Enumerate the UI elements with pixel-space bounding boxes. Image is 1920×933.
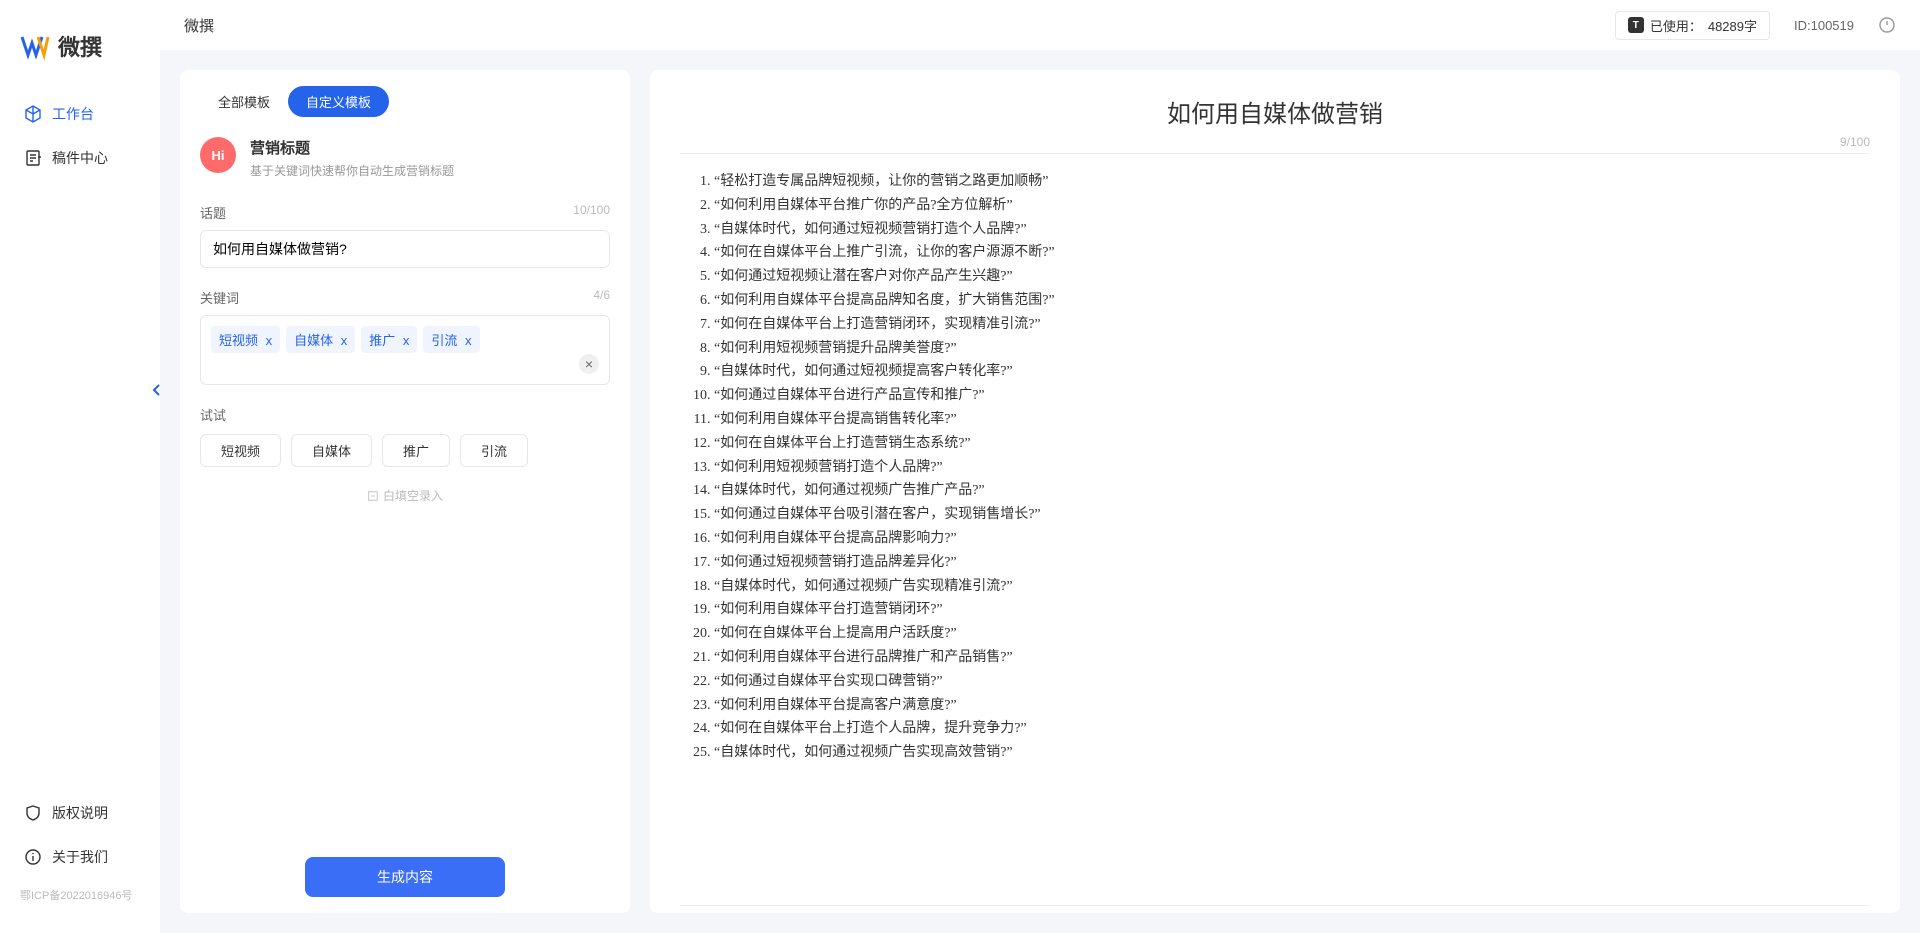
template-desc: 基于关键词快速帮你自动生成营销标题 bbox=[250, 162, 454, 179]
topic-counter: 10/100 bbox=[573, 203, 610, 222]
remove-tag-icon[interactable]: x bbox=[341, 333, 348, 348]
keyword-tag[interactable]: 自媒体 x bbox=[286, 326, 355, 353]
info-icon bbox=[24, 848, 42, 866]
license-text: 鄂ICP备2022016946号 bbox=[0, 879, 160, 903]
topbar-title: 微撰 bbox=[184, 15, 214, 36]
try-chip[interactable]: 推广 bbox=[382, 434, 450, 467]
output-item: “如何利用自媒体平台推广你的产品?全方位解析” bbox=[714, 194, 1870, 218]
output-item: “如何通过自媒体平台吸引潜在客户，实现销售增长?” bbox=[714, 503, 1870, 527]
output-item: “自媒体时代，如何通过视频广告推广产品?” bbox=[714, 479, 1870, 503]
output-item: “轻松打造专属品牌短视频，让你的营销之路更加顺畅” bbox=[714, 170, 1870, 194]
sidebar: 微撰 工作台 稿件中心 版权说明 bbox=[0, 0, 160, 933]
output-item: “如何通过短视频让潜在客户对你产品产生兴趣?” bbox=[714, 265, 1870, 289]
output-item: “如何通过短视频营销打造品牌差异化?” bbox=[714, 551, 1870, 575]
nav-item-about[interactable]: 关于我们 bbox=[0, 835, 160, 879]
output-item: “如何在自媒体平台上打造营销闭环，实现精准引流?” bbox=[714, 313, 1870, 337]
shield-icon bbox=[24, 804, 42, 822]
keyword-tag[interactable]: 推广 x bbox=[361, 326, 417, 353]
nav-item-workspace[interactable]: 工作台 bbox=[0, 92, 160, 136]
output-item: “如何利用短视频营销提升品牌美誉度?” bbox=[714, 337, 1870, 361]
output-item: “自媒体时代，如何通过视频广告实现高效营销?” bbox=[714, 741, 1870, 765]
output-item: “如何通过自媒体平台进行产品宣传和推广?” bbox=[714, 384, 1870, 408]
nav: 工作台 稿件中心 bbox=[0, 92, 160, 791]
logo[interactable]: 微撰 bbox=[0, 20, 160, 92]
tab-custom-template[interactable]: 自定义模板 bbox=[288, 86, 389, 117]
keyword-tag[interactable]: 引流 x bbox=[423, 326, 479, 353]
keyword-tag[interactable]: 短视频 x bbox=[211, 326, 280, 353]
topic-input[interactable] bbox=[200, 230, 610, 268]
keywords-box[interactable]: 短视频 x自媒体 x推广 x引流 x × bbox=[200, 315, 610, 385]
output-title-counter: 9/100 bbox=[680, 135, 1870, 149]
nav-label: 工作台 bbox=[52, 104, 94, 124]
output-item: “如何通过自媒体平台实现口碑营销?” bbox=[714, 670, 1870, 694]
keywords-label: 关键词 bbox=[200, 288, 239, 307]
output-item: “如何利用短视频营销打造个人品牌?” bbox=[714, 456, 1870, 480]
generate-button[interactable]: 生成内容 bbox=[305, 857, 505, 897]
output-item: “如何在自媒体平台上提高用户活跃度?” bbox=[714, 622, 1870, 646]
output-item: “自媒体时代，如何通过视频广告实现精准引流?” bbox=[714, 575, 1870, 599]
template-tabs: 全部模板 自定义模板 bbox=[200, 86, 610, 117]
topic-label: 话题 bbox=[200, 203, 226, 222]
output-item: “如何利用自媒体平台提高销售转化率?” bbox=[714, 408, 1870, 432]
output-list: “轻松打造专属品牌短视频，让你的营销之路更加顺畅”“如何利用自媒体平台推广你的产… bbox=[680, 170, 1870, 765]
keywords-counter: 4/6 bbox=[593, 288, 610, 307]
usage-value: 48289字 bbox=[1708, 16, 1757, 35]
doc-icon bbox=[24, 149, 42, 167]
nav-label: 关于我们 bbox=[52, 847, 108, 867]
output-item: “如何利用自媒体平台提高品牌知名度，扩大销售范围?” bbox=[714, 289, 1870, 313]
output-item: “如何利用自媒体平台进行品牌推广和产品销售?” bbox=[714, 646, 1870, 670]
input-panel: 全部模板 自定义模板 Hi 营销标题 基于关键词快速帮你自动生成营销标题 话题 … bbox=[180, 70, 630, 913]
output-item: “自媒体时代，如何通过短视频提高客户转化率?” bbox=[714, 360, 1870, 384]
try-chips: 短视频自媒体推广引流 bbox=[200, 434, 610, 467]
nav-label: 稿件中心 bbox=[52, 148, 108, 168]
nav-item-drafts[interactable]: 稿件中心 bbox=[0, 136, 160, 180]
output-item: “如何利用自媒体平台提高客户满意度?” bbox=[714, 694, 1870, 718]
remove-tag-icon[interactable]: x bbox=[465, 333, 472, 348]
output-item: “如何在自媒体平台上打造个人品牌，提升竞争力?” bbox=[714, 717, 1870, 741]
output-item: “自媒体时代，如何通过短视频营销打造个人品牌?” bbox=[714, 218, 1870, 242]
output-title: 如何用自媒体做营销 bbox=[680, 94, 1870, 129]
try-chip[interactable]: 引流 bbox=[460, 434, 528, 467]
topbar: 微撰 T 已使用： 48289字 ID:100519 bbox=[160, 0, 1920, 50]
template-header: Hi 营销标题 基于关键词快速帮你自动生成营销标题 bbox=[200, 137, 610, 179]
logo-icon bbox=[20, 31, 50, 61]
output-item: “如何利用自媒体平台打造营销闭环?” bbox=[714, 598, 1870, 622]
text-icon: T bbox=[1628, 17, 1644, 33]
logo-text: 微撰 bbox=[58, 30, 102, 62]
output-item: “如何利用自媒体平台提高品牌影响力?” bbox=[714, 527, 1870, 551]
try-chip[interactable]: 短视频 bbox=[200, 434, 281, 467]
output-item: “如何在自媒体平台上推广引流，让你的客户源源不断?” bbox=[714, 241, 1870, 265]
usage-badge[interactable]: T 已使用： 48289字 bbox=[1615, 11, 1770, 40]
tab-all-templates[interactable]: 全部模板 bbox=[200, 86, 288, 117]
user-id: ID:100519 bbox=[1794, 18, 1854, 33]
nav-label: 版权说明 bbox=[52, 803, 108, 823]
clear-keywords-button[interactable]: × bbox=[579, 354, 599, 374]
remove-tag-icon[interactable]: x bbox=[266, 333, 273, 348]
sidebar-collapse-toggle[interactable] bbox=[150, 380, 164, 400]
remove-tag-icon[interactable]: x bbox=[403, 333, 410, 348]
usage-label: 已使用： bbox=[1650, 16, 1702, 35]
fill-hint[interactable]: 白填空录入 bbox=[200, 487, 610, 504]
try-label: 试试 bbox=[200, 405, 610, 424]
template-title: 营销标题 bbox=[250, 137, 454, 158]
cube-icon bbox=[24, 105, 42, 123]
template-icon: Hi bbox=[200, 137, 236, 173]
power-icon[interactable] bbox=[1878, 16, 1896, 34]
output-item: “如何在自媒体平台上打造营销生态系统?” bbox=[714, 432, 1870, 456]
nav-item-license[interactable]: 版权说明 bbox=[0, 791, 160, 835]
try-chip[interactable]: 自媒体 bbox=[291, 434, 372, 467]
output-panel: 如何用自媒体做营销 9/100 “轻松打造专属品牌短视频，让你的营销之路更加顺畅… bbox=[650, 70, 1900, 913]
